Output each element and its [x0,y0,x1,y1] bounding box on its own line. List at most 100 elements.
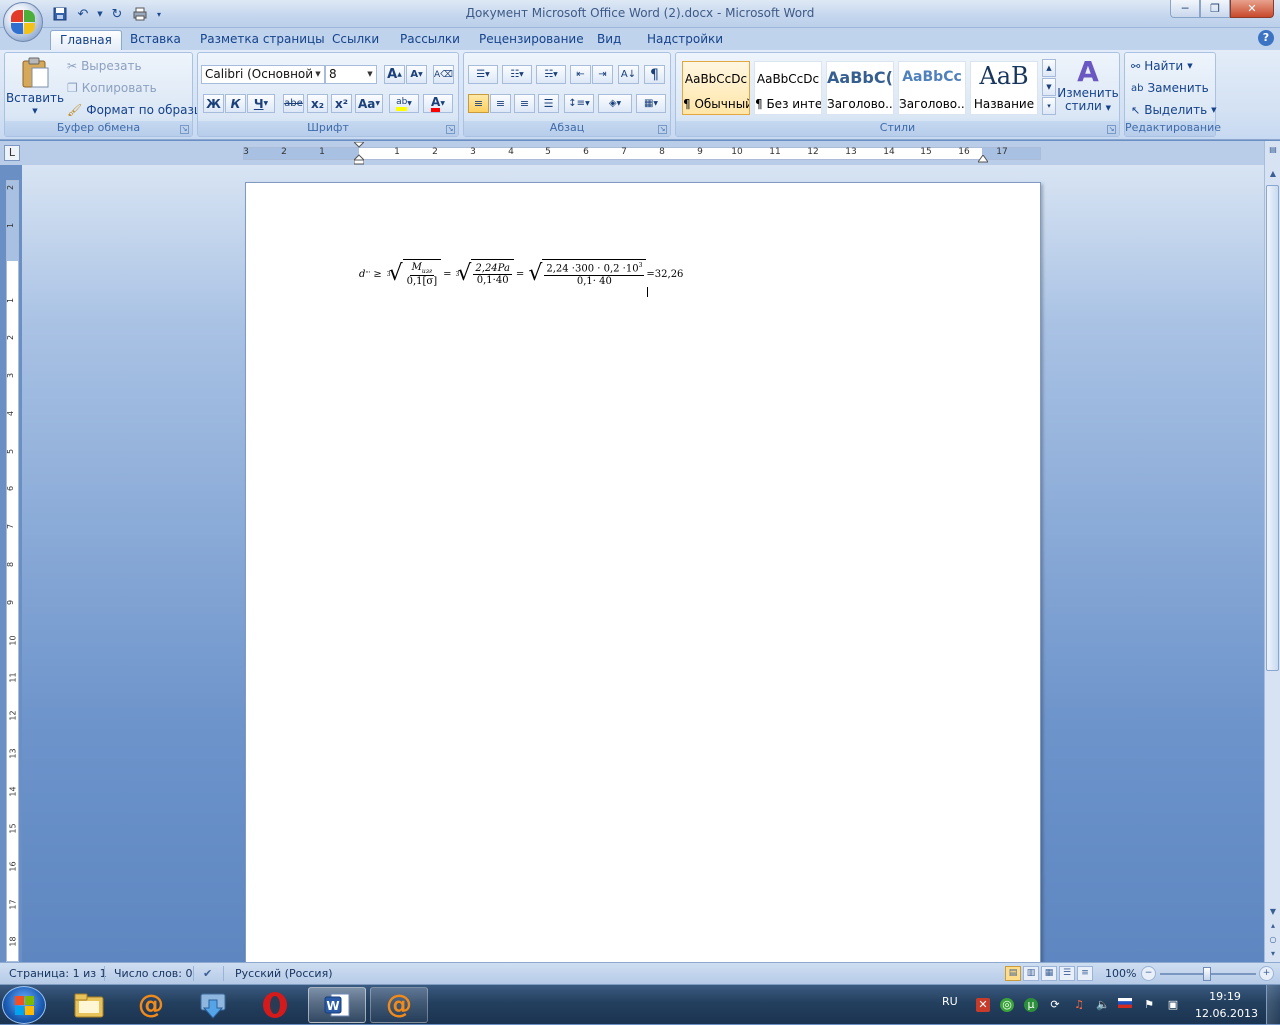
style-heading-1[interactable]: AaBbC( Заголово... [826,61,894,115]
help-icon[interactable]: ? [1258,30,1274,46]
start-button[interactable] [2,986,46,1024]
bullets-button[interactable]: ☰ ▼ [468,65,498,84]
horizontal-ruler[interactable]: 3 2 1 1 2 3 4 5 6 7 8 9 10 11 12 13 14 1… [243,141,1041,165]
increase-indent-button[interactable]: ⇥ [592,65,613,84]
tab-home[interactable]: Главная [50,30,122,51]
tray-audio-manager-icon[interactable]: ♫ [1072,998,1086,1012]
clipboard-launcher-icon[interactable]: ↘ [180,125,189,134]
tab-mailings[interactable]: Рассылки [391,30,469,50]
taskbar-word[interactable]: W [308,987,366,1023]
taskbar-opera[interactable] [246,987,304,1023]
show-marks-button[interactable]: ¶ [644,65,665,84]
tray-flag-ru-icon[interactable] [1118,998,1132,1012]
tray-status-icon[interactable]: ◎ [1000,998,1014,1012]
scroll-down-icon[interactable]: ▼ [1266,905,1280,919]
change-case-button[interactable]: Aa ▼ [355,94,383,113]
office-button[interactable] [3,2,43,42]
tray-torrent-icon[interactable]: μ [1024,998,1038,1012]
zoom-in-button[interactable]: + [1259,966,1274,981]
clock-date[interactable]: 12.06.2013 [1195,1007,1258,1020]
font-size-select[interactable]: 8 ▼ [325,65,377,84]
proofing-icon[interactable]: ✔ [203,967,212,980]
action-center-flag-icon[interactable]: ⚑ [1142,998,1156,1012]
clock-time[interactable]: 19:19 [1195,990,1255,1003]
close-button[interactable]: ✕ [1230,0,1274,18]
superscript-button[interactable]: x² [331,94,352,113]
paste-button[interactable]: Вставить ▼ [6,57,64,119]
sort-button[interactable]: A↓ [618,65,639,84]
language-indicator[interactable]: Русский (Россия) [235,967,333,980]
align-center-button[interactable]: ≡ [490,94,511,113]
tab-insert[interactable]: Вставка [121,30,190,50]
zoom-level[interactable]: 100% [1105,967,1136,980]
styles-launcher-icon[interactable]: ↘ [1107,125,1116,134]
network-icon[interactable]: ▣ [1166,998,1180,1012]
tab-review[interactable]: Рецензирование [470,30,593,50]
tab-view[interactable]: Вид [588,30,630,50]
full-screen-reading-view-icon[interactable]: ▥ [1023,966,1039,981]
vertical-ruler[interactable]: 2 1 1 2 3 4 5 6 7 8 9 10 11 12 13 14 15 … [6,180,19,962]
tab-selector[interactable]: L [4,145,20,161]
print-layout-view-icon[interactable]: ▤ [1005,966,1021,981]
font-family-select[interactable]: Calibri (Основной те ▼ [201,65,325,84]
clear-formatting-button[interactable]: A⌫ [433,65,454,84]
highlight-button[interactable]: ab ▼ [389,94,419,113]
font-launcher-icon[interactable]: ↘ [446,125,455,134]
line-spacing-button[interactable]: ↕≡ ▼ [564,94,594,113]
select-browse-object-icon[interactable]: ○ [1266,933,1280,947]
left-indent-marker[interactable] [352,141,366,166]
tab-addins[interactable]: Надстройки [638,30,732,50]
styles-more-icon[interactable]: ▾ [1042,97,1056,115]
taskbar-mail-agent-window[interactable]: @ [370,987,428,1023]
view-ruler-icon[interactable]: ▤ [1266,143,1280,157]
multilevel-list-button[interactable]: ☵ ▼ [536,65,566,84]
tab-page-layout[interactable]: Разметка страницы [191,30,334,50]
formula[interactable]: d ''' ≥ 3 √ Mизг 0,1[σ] = 3 √ 2,24Pa 0,1… [359,259,683,289]
maximize-button[interactable]: ❐ [1200,0,1230,18]
style-no-spacing[interactable]: AaBbCcDc ¶ Без инте... [754,61,822,115]
scroll-up-icon[interactable]: ▲ [1266,167,1280,181]
taskbar-explorer[interactable] [60,987,118,1023]
shading-button[interactable]: ◈ ▼ [598,94,632,113]
font-color-button[interactable]: A ▼ [423,94,453,113]
scroll-thumb[interactable] [1266,185,1279,671]
show-desktop-button[interactable] [1266,985,1280,1025]
numbering-button[interactable]: ☷ ▼ [502,65,532,84]
borders-button[interactable]: ▦ ▼ [636,94,666,113]
select-button[interactable]: ↖ Выделить ▼ [1131,103,1217,117]
tray-antivirus-icon[interactable]: ✕ [976,998,990,1012]
tab-references[interactable]: Ссылки [323,30,388,50]
previous-page-icon[interactable]: ▴ [1266,919,1280,933]
decrease-indent-button[interactable]: ⇤ [570,65,591,84]
align-right-button[interactable]: ≡ [514,94,535,113]
justify-button[interactable]: ☰ [538,94,559,113]
align-left-button[interactable]: ≡ [468,94,489,113]
replace-button[interactable]: ab Заменить [1131,81,1209,95]
document-page[interactable]: d ''' ≥ 3 √ Mизг 0,1[σ] = 3 √ 2,24Pa 0,1… [245,182,1041,972]
grow-font-button[interactable]: A ▲ [384,65,405,84]
styles-scroll-down-icon[interactable]: ▼ [1042,78,1056,96]
tray-sync-icon[interactable]: ⟳ [1048,998,1062,1012]
underline-button[interactable]: Ч ▼ [247,94,275,113]
right-indent-marker[interactable] [977,152,989,163]
bold-button[interactable]: Ж [203,94,224,113]
cut-button[interactable]: ✂ Вырезать [67,59,142,73]
strikethrough-button[interactable]: abe [283,94,304,113]
paragraph-launcher-icon[interactable]: ↘ [658,125,667,134]
format-painter-button[interactable]: 🖌 Формат по образцу [67,103,209,117]
style-heading-2[interactable]: AaBbCc Заголово... [898,61,966,115]
style-title[interactable]: AaB Название [970,61,1038,115]
outline-view-icon[interactable]: ☰ [1059,966,1075,981]
style-normal[interactable]: AaBbCcDc ¶ Обычный [682,61,750,115]
subscript-button[interactable]: x₂ [307,94,328,113]
zoom-slider-thumb[interactable] [1203,967,1211,981]
shrink-font-button[interactable]: A ▼ [406,65,427,84]
tray-language[interactable]: RU [942,995,958,1008]
draft-view-icon[interactable]: ≡ [1077,966,1093,981]
change-styles-button[interactable]: A Изменить стили ▼ [1057,57,1119,115]
vertical-scrollbar[interactable]: ▤ ▲ ▼ ▴ ○ ▾ [1264,141,1280,962]
web-layout-view-icon[interactable]: ▦ [1041,966,1057,981]
taskbar-download[interactable] [184,987,242,1023]
next-page-icon[interactable]: ▾ [1266,947,1280,961]
styles-scroll-up-icon[interactable]: ▲ [1042,59,1056,77]
